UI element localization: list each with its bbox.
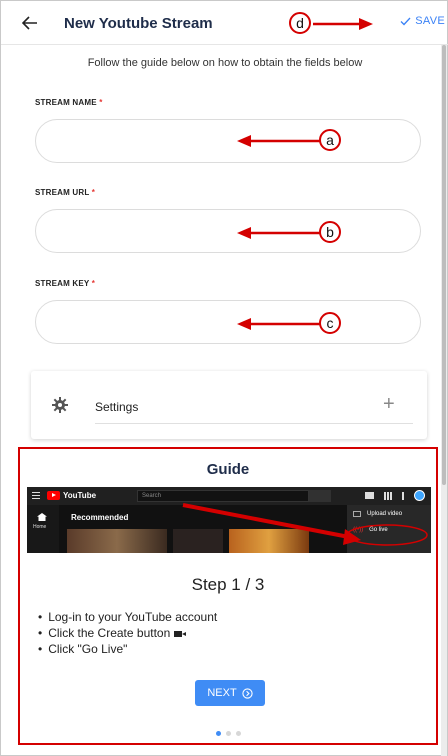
settings-panel[interactable]: Settings + bbox=[31, 371, 427, 439]
annotation-a-arrow bbox=[237, 135, 321, 147]
intro-text: Follow the guide below on how to obtain … bbox=[87, 57, 363, 69]
step-indicator: Step 1 / 3 bbox=[191, 575, 265, 594]
stream-key-input[interactable] bbox=[35, 300, 421, 344]
arrow-left-icon bbox=[22, 16, 37, 30]
pager-dot[interactable] bbox=[225, 731, 231, 736]
annotation-d-marker: d bbox=[289, 12, 311, 34]
stream-name-label: STREAM NAME * bbox=[35, 98, 103, 107]
stream-form-window: New Youtube Stream SAVE d Follow the gui… bbox=[0, 0, 448, 756]
annotation-c-arrow bbox=[237, 318, 321, 330]
save-label: SAVE bbox=[415, 15, 445, 27]
stream-url-input[interactable] bbox=[35, 209, 421, 253]
annotation-a-marker: a bbox=[319, 129, 341, 151]
list-item: Click "Go Live" bbox=[38, 641, 217, 657]
stream-url-label: STREAM URL * bbox=[35, 188, 96, 197]
video-camera-icon bbox=[174, 630, 187, 637]
pager-dots bbox=[20, 731, 436, 736]
settings-divider bbox=[95, 423, 413, 424]
youtube-screenshot: YouTube Search Home Recommended Upload v… bbox=[27, 487, 431, 553]
checkmark-icon bbox=[400, 17, 411, 25]
annotation-d-arrow bbox=[313, 18, 373, 30]
pager-dot[interactable] bbox=[235, 731, 241, 736]
gear-icon bbox=[52, 397, 68, 413]
annotation-b-marker: b bbox=[319, 221, 341, 243]
expand-settings-icon[interactable]: + bbox=[383, 393, 395, 416]
stream-name-input[interactable] bbox=[35, 119, 421, 163]
chevron-right-circle-icon bbox=[242, 687, 253, 699]
header-bar: New Youtube Stream SAVE bbox=[1, 1, 448, 45]
scrollbar[interactable] bbox=[441, 45, 447, 756]
stream-key-label: STREAM KEY * bbox=[35, 279, 96, 288]
settings-label: Settings bbox=[95, 400, 139, 414]
next-button[interactable]: NEXT bbox=[195, 680, 265, 706]
annotation-b-arrow bbox=[237, 227, 321, 239]
annotation-c-marker: c bbox=[319, 312, 341, 334]
scrollbar-thumb[interactable] bbox=[442, 45, 446, 485]
guide-title: Guide bbox=[206, 461, 250, 478]
list-item: Click the Create button bbox=[38, 625, 217, 641]
page-title: New Youtube Stream bbox=[64, 15, 213, 32]
guide-steps-list: Log-in to your YouTube account Click the… bbox=[38, 609, 217, 657]
guide-panel: Guide YouTube Search Home Recommended Up… bbox=[18, 447, 438, 745]
list-item: Log-in to your YouTube account bbox=[38, 609, 217, 625]
save-button[interactable]: SAVE bbox=[400, 15, 445, 27]
back-button[interactable] bbox=[17, 10, 43, 36]
screenshot-highlight-arrow bbox=[182, 503, 428, 546]
pager-dot[interactable] bbox=[215, 731, 221, 736]
